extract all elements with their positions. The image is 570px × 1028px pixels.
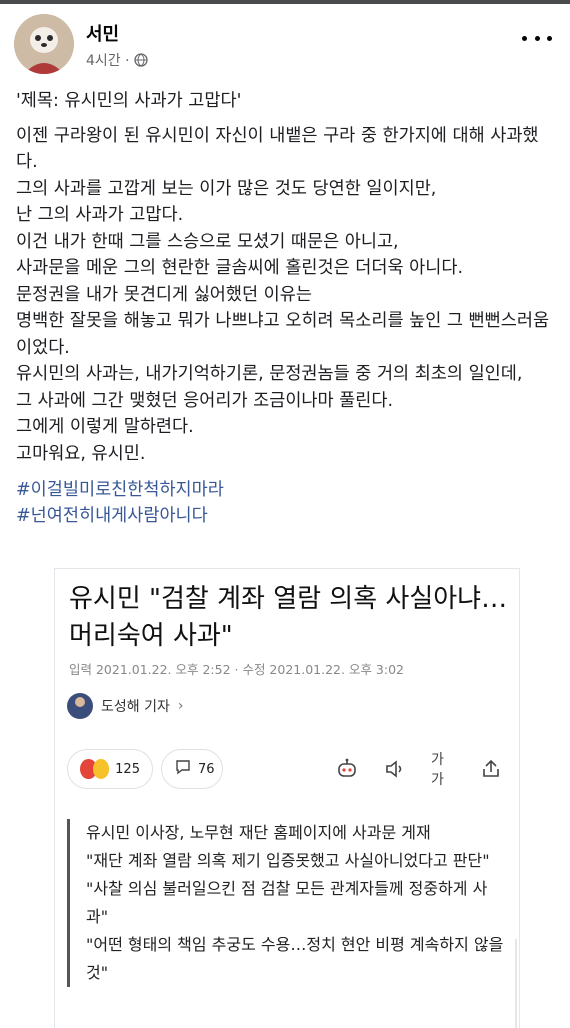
hashtag-link[interactable]: #이걸빌미로친한척하지마라 xyxy=(16,477,556,503)
post-paragraph: 문정권을 내가 못견디게 싫어했던 이유는 xyxy=(16,284,312,305)
font-size-button[interactable]: 가가 xyxy=(431,752,455,788)
reactions-button[interactable]: 125 xyxy=(67,749,153,789)
share-icon[interactable] xyxy=(479,757,503,781)
reaction-count: 125 xyxy=(115,761,140,777)
post-paragraph: 그의 사과를 고깝게 보는 이가 많은 것도 당연한 일이지만, xyxy=(16,178,437,199)
post-paragraph: 사과문을 메운 그의 현란한 글솜씨에 홀린것은 더더욱 아니다. xyxy=(16,258,464,278)
hashtags: #이걸빌미로친한척하지마라 #넌여전히내게사람아니다 xyxy=(16,477,556,529)
article-tools: 가가 xyxy=(335,752,503,788)
post-time[interactable]: 4시간 · xyxy=(86,50,130,70)
post-paragraph: 그 사과에 그간 맺혔던 응어리가 조금이나마 풀린다. xyxy=(16,390,394,411)
laugh-emoji-icon xyxy=(92,759,110,779)
comment-icon xyxy=(174,758,192,780)
post-paragraph: 이젠 구라왕이 된 유시민이 자신이 내뱉은 구라 중 한가지에 대해 사과했다… xyxy=(16,125,539,173)
globe-icon xyxy=(133,53,148,67)
chevron-right-icon: › xyxy=(177,698,184,714)
article-summary: 유시민 이사장, 노무현 재단 홈페이지에 사과문 게재 "재단 계좌 열람 의… xyxy=(67,819,507,987)
post-title-line: '제목: 유시민의 사과가 고맙다' xyxy=(16,91,242,111)
article-dates: 입력 2021.01.22. 오후 2:52 · 수정 2021.01.22. … xyxy=(69,662,404,677)
post-meta: 4시간 · xyxy=(86,50,148,70)
post-paragraph: 그에게 이렇게 말하련다. xyxy=(16,417,194,437)
post-paragraph: 유시민의 사과는, 내가기억하기론, 문정권놈들 중 거의 최초의 일인데, xyxy=(16,364,523,384)
summary-line: "어떤 형태의 책임 추궁도 수용…정치 현안 비평 계속하지 않을 것" xyxy=(86,935,509,982)
reporter-avatar xyxy=(67,693,93,719)
reporter-name: 도성해 기자 xyxy=(101,699,170,715)
post-paragraph: 난 그의 사과가 고맙다. xyxy=(16,205,184,225)
post-paragraph: 이건 내가 한때 그를 스승으로 모셨기 때문은 아니고, xyxy=(16,231,399,252)
reporter-link[interactable]: 도성해 기자 › xyxy=(67,693,183,719)
speaker-icon[interactable] xyxy=(383,757,407,781)
post-paragraphs: 이젠 구라왕이 된 유시민이 자신이 내뱉은 구라 중 한가지에 대해 사과했다… xyxy=(16,123,556,468)
comments-button[interactable]: 76 xyxy=(161,749,223,789)
post-body: '제목: 유시민의 사과가 고맙다' 이젠 구라왕이 된 유시민이 자신이 내뱉… xyxy=(16,88,556,529)
article-card[interactable]: 유시민 "검찰 계좌 열람 의혹 사실아냐…머리숙여 사과" 입력 2021.0… xyxy=(54,568,520,1028)
summary-line: "재단 계좌 열람 의혹 제기 입증못했고 사실아니었다고 판단" xyxy=(86,851,490,870)
author-avatar[interactable] xyxy=(14,14,74,74)
post-paragraph: 명백한 잘못을 해놓고 뭐가 나쁘냐고 오히려 목소리를 높인 그 뻔뻔스러움이… xyxy=(16,311,550,358)
comment-count: 76 xyxy=(198,761,215,777)
summary-line: "사찰 의심 불러일으킨 점 검찰 모든 관계자들께 정중하게 사과" xyxy=(86,879,488,926)
top-strip xyxy=(0,0,570,4)
more-dots-icon[interactable] xyxy=(522,28,552,48)
author-name[interactable]: 서민 xyxy=(86,20,119,46)
robot-icon[interactable] xyxy=(335,757,359,781)
scrollbar[interactable] xyxy=(515,939,517,1028)
post-paragraph: 고마워요, 유시민. xyxy=(16,443,146,464)
summary-line: 유시민 이사장, 노무현 재단 홈페이지에 사과문 게재 xyxy=(86,823,431,842)
hashtag-link[interactable]: #넌여전히내게사람아니다 xyxy=(16,503,556,529)
article-title[interactable]: 유시민 "검찰 계좌 열람 의혹 사실아냐…머리숙여 사과" xyxy=(69,581,509,655)
